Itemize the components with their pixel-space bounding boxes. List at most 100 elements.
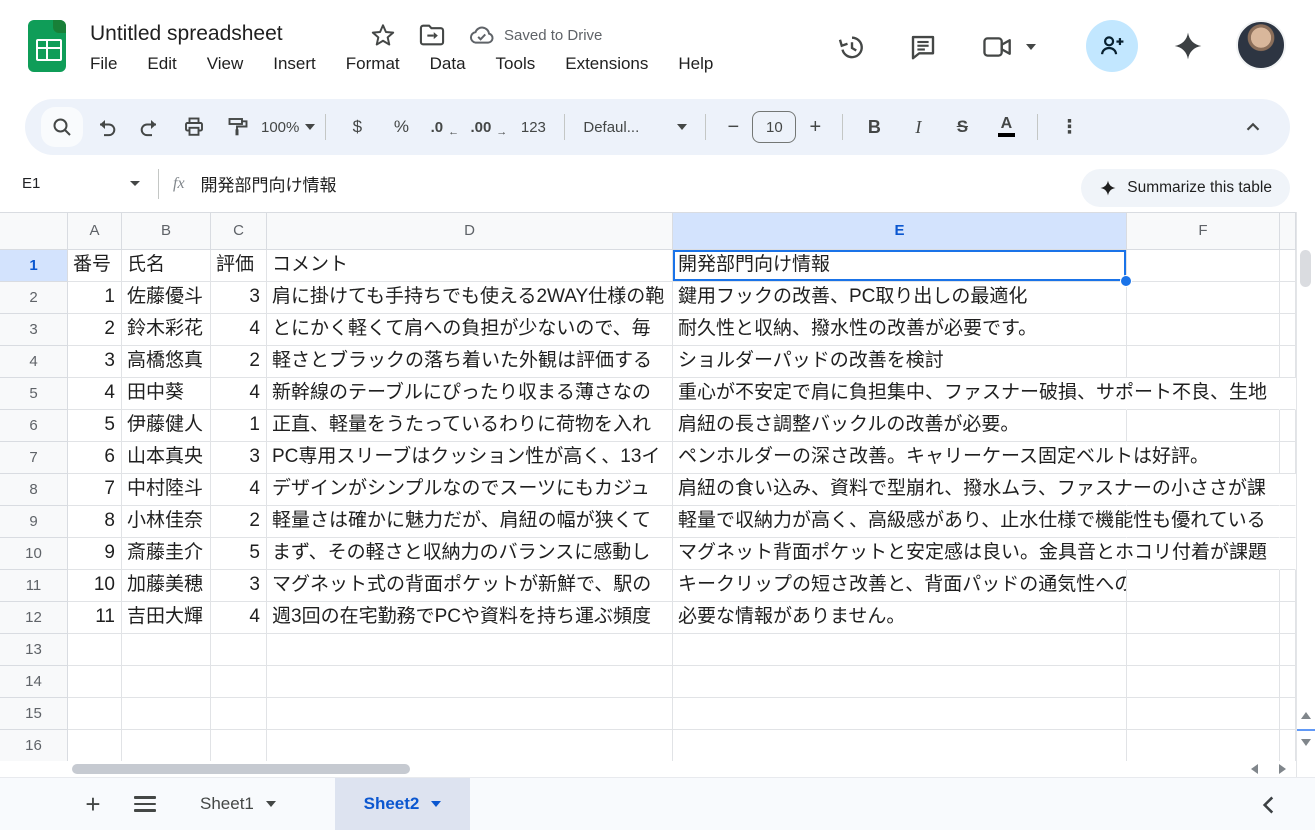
row-header-11[interactable]: 11 xyxy=(0,570,68,602)
horizontal-scrollbar-thumb[interactable] xyxy=(72,764,410,774)
sheet-grid[interactable]: ABCDEF1番号氏名評価コメント開発部門向け情報21佐藤優斗3肩に掛けても手持… xyxy=(0,212,1296,761)
cell-A1[interactable]: 番号 xyxy=(68,250,122,282)
cell-x3[interactable] xyxy=(1280,314,1296,346)
paint-format-icon[interactable] xyxy=(217,107,259,147)
cell-A9[interactable]: 8 xyxy=(68,506,122,538)
cell-D3[interactable]: とにかく軽くて肩への負担が少ないので、毎 xyxy=(267,314,673,346)
cell-C2[interactable]: 3 xyxy=(211,282,267,314)
cell-D15[interactable] xyxy=(267,698,673,730)
cell-C7[interactable]: 3 xyxy=(211,442,267,474)
cell-D6[interactable]: 正直、軽量をうたっているわりに荷物を入れ xyxy=(267,410,673,442)
cell-B9[interactable]: 小林佳奈 xyxy=(122,506,211,538)
cell-E12[interactable]: 必要な情報がありません。 xyxy=(673,602,1127,634)
version-history-icon[interactable] xyxy=(836,32,866,62)
scroll-left-icon[interactable] xyxy=(1240,761,1268,777)
zoom-control[interactable]: 100% xyxy=(261,107,315,147)
video-dropdown-caret[interactable] xyxy=(1026,44,1036,50)
cell-A16[interactable] xyxy=(68,730,122,761)
tab-sheet2-caret[interactable] xyxy=(431,801,441,807)
column-header-F[interactable]: F xyxy=(1127,213,1280,250)
add-sheet-button[interactable]: + xyxy=(78,778,108,830)
row-header-3[interactable]: 3 xyxy=(0,314,68,346)
document-title[interactable]: Untitled spreadsheet xyxy=(90,18,283,50)
cell-B2[interactable]: 佐藤優斗 xyxy=(122,282,211,314)
cell-E9[interactable]: 軽量で収納力が高く、高級感があり、止水仕様で機能性も優れている xyxy=(673,506,1127,538)
column-header-D[interactable]: D xyxy=(267,213,673,250)
cell-C15[interactable] xyxy=(211,698,267,730)
increase-font-size-button[interactable]: + xyxy=(798,107,832,147)
cell-A4[interactable]: 3 xyxy=(68,346,122,378)
increase-decimal-button[interactable]: .00→ xyxy=(468,107,510,147)
cell-x11[interactable] xyxy=(1280,570,1296,602)
horizontal-scrollbar[interactable] xyxy=(0,761,1296,777)
redo-icon[interactable] xyxy=(129,107,171,147)
menu-format[interactable]: Format xyxy=(346,54,400,74)
cell-x16[interactable] xyxy=(1280,730,1296,761)
decrease-decimal-button[interactable]: .0← xyxy=(424,107,466,147)
cell-x5[interactable] xyxy=(1280,378,1296,410)
cell-E1[interactable]: 開発部門向け情報 xyxy=(673,250,1127,282)
row-header-10[interactable]: 10 xyxy=(0,538,68,570)
row-header-15[interactable]: 15 xyxy=(0,698,68,730)
cell-D16[interactable] xyxy=(267,730,673,761)
cell-F14[interactable] xyxy=(1127,666,1280,698)
all-sheets-icon[interactable] xyxy=(134,796,156,816)
column-header-A[interactable]: A xyxy=(68,213,122,250)
cell-x6[interactable] xyxy=(1280,410,1296,442)
cell-E10[interactable]: マグネット背面ポケットと安定感は良い。金具音とホコリ付着が課題 xyxy=(673,538,1127,570)
currency-format-button[interactable]: $ xyxy=(336,107,378,147)
cell-B7[interactable]: 山本真央 xyxy=(122,442,211,474)
cell-E3[interactable]: 耐久性と収納、撥水性の改善が必要です。 xyxy=(673,314,1127,346)
column-header-E[interactable]: E xyxy=(673,213,1127,250)
cell-D13[interactable] xyxy=(267,634,673,666)
cell-D1[interactable]: コメント xyxy=(267,250,673,282)
cell-C5[interactable]: 4 xyxy=(211,378,267,410)
cell-F12[interactable] xyxy=(1127,602,1280,634)
cell-E11[interactable]: キークリップの短さ改善と、背面パッドの通気性への評価。 xyxy=(673,570,1127,602)
cell-C3[interactable]: 4 xyxy=(211,314,267,346)
cell-F16[interactable] xyxy=(1127,730,1280,761)
row-header-13[interactable]: 13 xyxy=(0,634,68,666)
collapse-toolbar-icon[interactable] xyxy=(1232,107,1274,147)
menu-insert[interactable]: Insert xyxy=(273,54,316,74)
comments-icon[interactable] xyxy=(908,32,938,62)
cell-B4[interactable]: 高橋悠真 xyxy=(122,346,211,378)
summarize-table-button[interactable]: Summarize this table xyxy=(1081,169,1290,207)
row-header-5[interactable]: 5 xyxy=(0,378,68,410)
gemini-icon[interactable] xyxy=(1172,30,1204,62)
move-folder-icon[interactable] xyxy=(418,22,446,48)
cell-x14[interactable] xyxy=(1280,666,1296,698)
menu-help[interactable]: Help xyxy=(678,54,713,74)
cell-A8[interactable]: 7 xyxy=(68,474,122,506)
cell-B15[interactable] xyxy=(122,698,211,730)
more-toolbar-options-icon[interactable]: ⋮ xyxy=(1048,107,1090,147)
percent-format-button[interactable]: % xyxy=(380,107,422,147)
cell-E15[interactable] xyxy=(673,698,1127,730)
star-icon[interactable] xyxy=(370,22,396,48)
row-header-6[interactable]: 6 xyxy=(0,410,68,442)
column-header-partial[interactable] xyxy=(1280,213,1296,250)
cell-E8[interactable]: 肩紐の食い込み、資料で型崩れ、撥水ムラ、ファスナーの小ささが課 xyxy=(673,474,1127,506)
row-header-7[interactable]: 7 xyxy=(0,442,68,474)
cell-A2[interactable]: 1 xyxy=(68,282,122,314)
name-box[interactable]: E1 xyxy=(22,175,140,192)
fill-handle[interactable] xyxy=(1120,275,1132,287)
row-header-8[interactable]: 8 xyxy=(0,474,68,506)
cell-D12[interactable]: 週3回の在宅勤務でPCや資料を持ち運ぶ頻度 xyxy=(267,602,673,634)
cell-B5[interactable]: 田中葵 xyxy=(122,378,211,410)
cell-A10[interactable]: 9 xyxy=(68,538,122,570)
cell-A14[interactable] xyxy=(68,666,122,698)
bold-button[interactable]: B xyxy=(853,107,895,147)
cell-E6[interactable]: 肩紐の長さ調整バックルの改善が必要。 xyxy=(673,410,1127,442)
cell-E14[interactable] xyxy=(673,666,1127,698)
cell-F3[interactable] xyxy=(1127,314,1280,346)
row-header-14[interactable]: 14 xyxy=(0,666,68,698)
menu-file[interactable]: File xyxy=(90,54,117,74)
strikethrough-button[interactable]: S xyxy=(941,107,983,147)
cell-x10[interactable] xyxy=(1280,538,1296,570)
cell-A12[interactable]: 11 xyxy=(68,602,122,634)
italic-button[interactable]: I xyxy=(897,107,939,147)
cell-x7[interactable] xyxy=(1280,442,1296,474)
cell-A11[interactable]: 10 xyxy=(68,570,122,602)
avatar[interactable] xyxy=(1236,20,1286,70)
